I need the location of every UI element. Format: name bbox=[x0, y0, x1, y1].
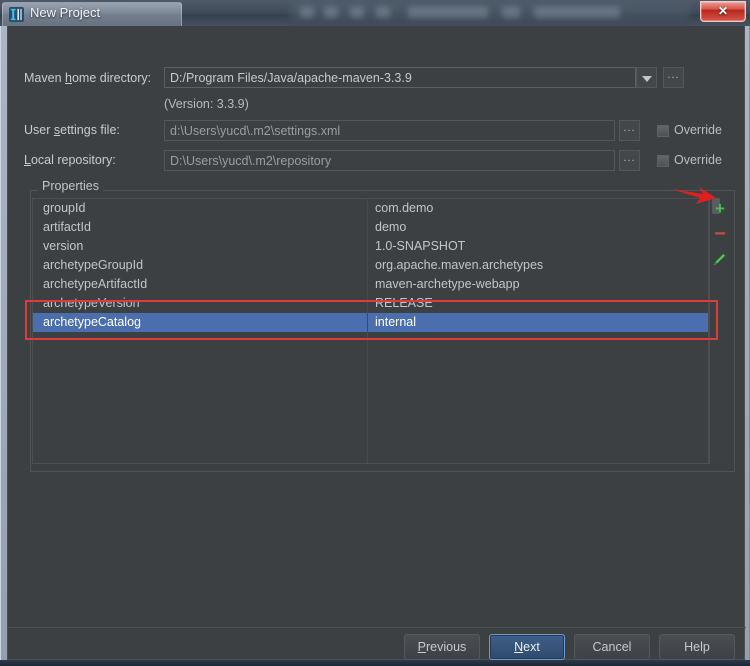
table-row[interactable]: version 1.0-SNAPSHOT bbox=[33, 237, 708, 256]
table-row[interactable]: artifactId demo bbox=[33, 218, 708, 237]
window-title: New Project bbox=[30, 5, 101, 20]
taskbar-edge bbox=[0, 660, 750, 666]
properties-group-title: Properties bbox=[38, 179, 103, 193]
local-repository-label: Local repository: bbox=[24, 153, 116, 167]
user-settings-override-label: Override bbox=[674, 123, 722, 137]
property-value: org.apache.maven.archetypes bbox=[375, 258, 544, 272]
table-row[interactable]: archetypeArtifactId maven-archetype-webap… bbox=[33, 275, 708, 294]
intellij-idea-icon bbox=[9, 7, 24, 22]
table-row[interactable]: groupId com.demo bbox=[33, 199, 708, 218]
remove-property-button[interactable]: − bbox=[711, 224, 729, 244]
chevron-down-icon[interactable] bbox=[636, 67, 657, 88]
property-value: com.demo bbox=[375, 201, 434, 215]
property-value: demo bbox=[375, 220, 407, 234]
maven-home-label: Maven home directory: bbox=[24, 71, 152, 85]
user-settings-input[interactable]: d:\Users\yucd\.m2\settings.xml bbox=[164, 120, 615, 141]
help-button[interactable]: Help bbox=[659, 634, 735, 660]
desktop-blur-strip bbox=[290, 2, 690, 24]
local-repository-browse-button[interactable]: ... bbox=[619, 150, 640, 171]
user-settings-browse-button[interactable]: ... bbox=[619, 120, 640, 141]
maven-version-note: (Version: 3.3.9) bbox=[164, 97, 249, 111]
pencil-icon[interactable] bbox=[710, 252, 728, 270]
property-key: groupId bbox=[43, 201, 86, 215]
property-value: maven-archetype-webapp bbox=[375, 277, 520, 291]
user-settings-override-checkbox[interactable] bbox=[657, 125, 669, 137]
maven-home-browse-button[interactable]: ... bbox=[663, 67, 684, 88]
footer-divider bbox=[8, 627, 746, 628]
local-repository-override-label: Override bbox=[674, 153, 722, 167]
window-frame: Maven home directory: D:/Program Files/J… bbox=[0, 26, 750, 666]
local-repository-override-checkbox[interactable] bbox=[657, 155, 669, 167]
red-arrow-icon bbox=[670, 186, 718, 215]
cancel-button[interactable]: Cancel bbox=[574, 634, 650, 660]
table-row[interactable]: archetypeGroupId org.apache.maven.archety… bbox=[33, 256, 708, 275]
next-button[interactable]: Next bbox=[489, 634, 565, 660]
title-bar[interactable]: New Project ✕ bbox=[0, 0, 750, 28]
user-settings-label: User settings file: bbox=[24, 123, 120, 137]
previous-button[interactable]: Previous bbox=[404, 634, 480, 660]
dialog-body: Maven home directory: D:/Program Files/J… bbox=[7, 26, 746, 660]
property-key: archetypeGroupId bbox=[43, 258, 144, 272]
property-value: 1.0-SNAPSHOT bbox=[375, 239, 466, 253]
property-key: artifactId bbox=[43, 220, 91, 234]
maven-home-input[interactable]: D:/Program Files/Java/apache-maven-3.3.9 bbox=[164, 67, 636, 88]
new-project-dialog-window: New Project ✕ Maven home directory: D:/P… bbox=[0, 0, 750, 666]
red-rectangle-highlight bbox=[25, 300, 718, 340]
close-icon[interactable]: ✕ bbox=[700, 1, 746, 22]
property-key: archetypeArtifactId bbox=[43, 277, 148, 291]
property-key: version bbox=[43, 239, 84, 253]
local-repository-input[interactable]: D:\Users\yucd\.m2\repository bbox=[164, 150, 615, 171]
